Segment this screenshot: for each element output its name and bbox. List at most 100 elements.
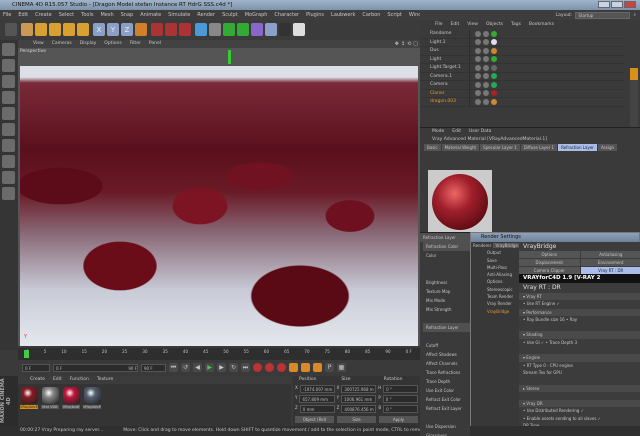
scale-icon[interactable] bbox=[49, 23, 61, 36]
vray-tab[interactable]: Options bbox=[519, 251, 580, 258]
render-nav-item[interactable]: Save bbox=[471, 257, 519, 264]
render-nav-item[interactable]: Multi-Pass bbox=[471, 264, 519, 271]
attribute-tab[interactable]: Refraction Layer bbox=[558, 144, 597, 151]
close-button[interactable] bbox=[624, 1, 636, 8]
render-nav-item[interactable]: Stereoscopic bbox=[471, 286, 519, 293]
render-nav-item[interactable]: Output bbox=[471, 249, 519, 256]
refraction-param[interactable]: Glossiness bbox=[423, 431, 470, 436]
vray-param[interactable]: ▸ Stereo bbox=[519, 384, 640, 392]
object-name[interactable]: Dus bbox=[420, 47, 470, 55]
current-frame-field[interactable]: 0 F bbox=[22, 363, 50, 372]
z-axis-icon[interactable]: Z bbox=[121, 23, 133, 36]
coord-field[interactable]: 0 ° bbox=[383, 385, 418, 393]
object-row[interactable]: Camera.1 bbox=[420, 72, 625, 81]
material-tag-icon[interactable] bbox=[491, 81, 497, 88]
vray-tab[interactable]: Camera Clipper bbox=[519, 267, 580, 274]
refraction-param[interactable]: Affect Channels bbox=[423, 359, 470, 368]
add-icon[interactable] bbox=[77, 23, 89, 36]
visibility-dot-icon[interactable] bbox=[475, 47, 481, 54]
vray-param[interactable]: • Ray Bundle size 16 • Ray bbox=[519, 316, 640, 323]
menu-item[interactable]: Sculpt bbox=[222, 10, 238, 20]
object-name[interactable]: Cloner bbox=[420, 89, 470, 97]
viewport-nav-icons[interactable]: ✥↕⟲▢ bbox=[395, 40, 420, 48]
axis-mode-icon[interactable] bbox=[2, 155, 15, 168]
workplane-icon[interactable] bbox=[2, 91, 15, 104]
y-axis-gizmo[interactable] bbox=[228, 50, 231, 64]
object-row[interactable]: Light bbox=[420, 55, 625, 64]
menu-item[interactable]: Snap bbox=[121, 10, 134, 20]
vray-param[interactable]: • Use GI ✓ • Trace Depth 3 bbox=[519, 339, 640, 346]
object-name[interactable]: Light.Target.1 bbox=[420, 64, 470, 72]
refraction-param[interactable]: Refract Exit Layer bbox=[423, 404, 470, 413]
visibility-dot-icon[interactable] bbox=[475, 98, 481, 105]
minimize-button[interactable] bbox=[598, 1, 610, 8]
material-menu-item[interactable]: Create bbox=[30, 376, 45, 384]
vray-tab[interactable]: Vray RT : DR bbox=[580, 267, 640, 274]
material-menu-item[interactable]: Edit bbox=[53, 376, 62, 384]
refraction-param[interactable]: Trace Refractions bbox=[423, 368, 470, 377]
y-axis-icon[interactable]: Y bbox=[107, 23, 119, 36]
render-picture-viewer-icon[interactable] bbox=[165, 23, 177, 36]
coord-field[interactable]: 0 ° bbox=[382, 395, 418, 403]
vray-param[interactable]: ▾ Vray RT bbox=[519, 293, 640, 301]
menu-item[interactable]: Script bbox=[387, 10, 402, 20]
vray-tab[interactable]: Environment bbox=[580, 259, 640, 266]
menu-item[interactable]: Animate bbox=[140, 10, 161, 20]
menu-item[interactable]: Create bbox=[35, 10, 52, 20]
viewport-menu-item[interactable]: Filter bbox=[130, 40, 141, 48]
menu-item[interactable]: Laubwerk bbox=[331, 10, 355, 20]
lock-workplane-icon[interactable] bbox=[2, 187, 15, 200]
go-to-end-button[interactable]: ⏭ bbox=[241, 363, 250, 372]
object-row[interactable]: dragon.003 bbox=[420, 98, 625, 107]
render-settings-icon[interactable] bbox=[179, 23, 191, 36]
apply-button[interactable]: Apply bbox=[379, 416, 418, 423]
material-tag-icon[interactable] bbox=[491, 30, 497, 37]
material-tag-icon[interactable] bbox=[491, 39, 497, 46]
record-keys-button[interactable] bbox=[253, 363, 262, 372]
refraction-param[interactable]: Refraction Layer bbox=[423, 323, 470, 332]
enabled-check-icon[interactable] bbox=[483, 98, 489, 105]
cube-icon[interactable] bbox=[195, 23, 207, 36]
material-swatch[interactable]: VRayAdvM bbox=[83, 387, 101, 411]
enabled-check-icon[interactable] bbox=[483, 47, 489, 54]
attribute-tab[interactable]: Specular Layer 1 bbox=[480, 144, 520, 151]
model-mode-icon[interactable] bbox=[2, 59, 15, 72]
render-nav-item[interactable]: Vray Render bbox=[471, 300, 519, 307]
refraction-param[interactable]: Color bbox=[423, 251, 470, 260]
refraction-param[interactable]: Refraction Color bbox=[423, 242, 470, 251]
material-menu-item[interactable]: Function bbox=[70, 376, 89, 384]
objects-tab[interactable] bbox=[630, 68, 638, 80]
material-menu-item[interactable]: Texture bbox=[97, 376, 113, 384]
coord-field[interactable]: 0 mm bbox=[299, 405, 335, 413]
array-icon[interactable] bbox=[237, 23, 249, 36]
prev-frame-button[interactable]: ◀ bbox=[193, 363, 202, 372]
refraction-param[interactable] bbox=[423, 332, 470, 341]
vray-param[interactable]: ▾ Vray DR bbox=[519, 400, 640, 408]
viewport-menu-item[interactable]: Display bbox=[80, 40, 97, 48]
object-menu-item[interactable]: File bbox=[435, 20, 443, 30]
attribute-menu-item[interactable]: Edit bbox=[452, 128, 461, 136]
menu-item[interactable]: MoGraph bbox=[245, 10, 268, 20]
viewport[interactable]: Perspective Y bbox=[18, 48, 420, 346]
object-row[interactable]: Cloner bbox=[420, 89, 625, 98]
menu-item[interactable]: Mesh bbox=[100, 10, 113, 20]
live-select-icon[interactable] bbox=[21, 23, 33, 36]
object-row[interactable]: Camera bbox=[420, 81, 625, 90]
attribute-tab[interactable]: Diffuse Layer 1 bbox=[520, 144, 558, 151]
subdivision-icon[interactable] bbox=[223, 23, 235, 36]
vray-param[interactable]: ▾ Shading bbox=[519, 331, 640, 339]
menu-item[interactable]: Simulate bbox=[168, 10, 190, 20]
render-nav-item[interactable]: Options bbox=[471, 278, 519, 285]
camera-icon[interactable] bbox=[279, 23, 291, 36]
refraction-param[interactable] bbox=[423, 269, 470, 278]
material-tag-icon[interactable] bbox=[491, 90, 497, 97]
refraction-param[interactable] bbox=[423, 260, 470, 269]
rotation-key-button[interactable] bbox=[313, 363, 322, 372]
enabled-check-icon[interactable] bbox=[483, 64, 489, 71]
make-editable-icon[interactable] bbox=[2, 43, 15, 56]
object-name[interactable]: Camera.1 bbox=[420, 72, 470, 80]
object-name[interactable]: dragon.003 bbox=[420, 98, 470, 106]
vray-param[interactable] bbox=[519, 346, 640, 353]
render-view-icon[interactable] bbox=[151, 23, 163, 36]
render-nav-item[interactable]: Anti-Aliasing bbox=[471, 271, 519, 278]
